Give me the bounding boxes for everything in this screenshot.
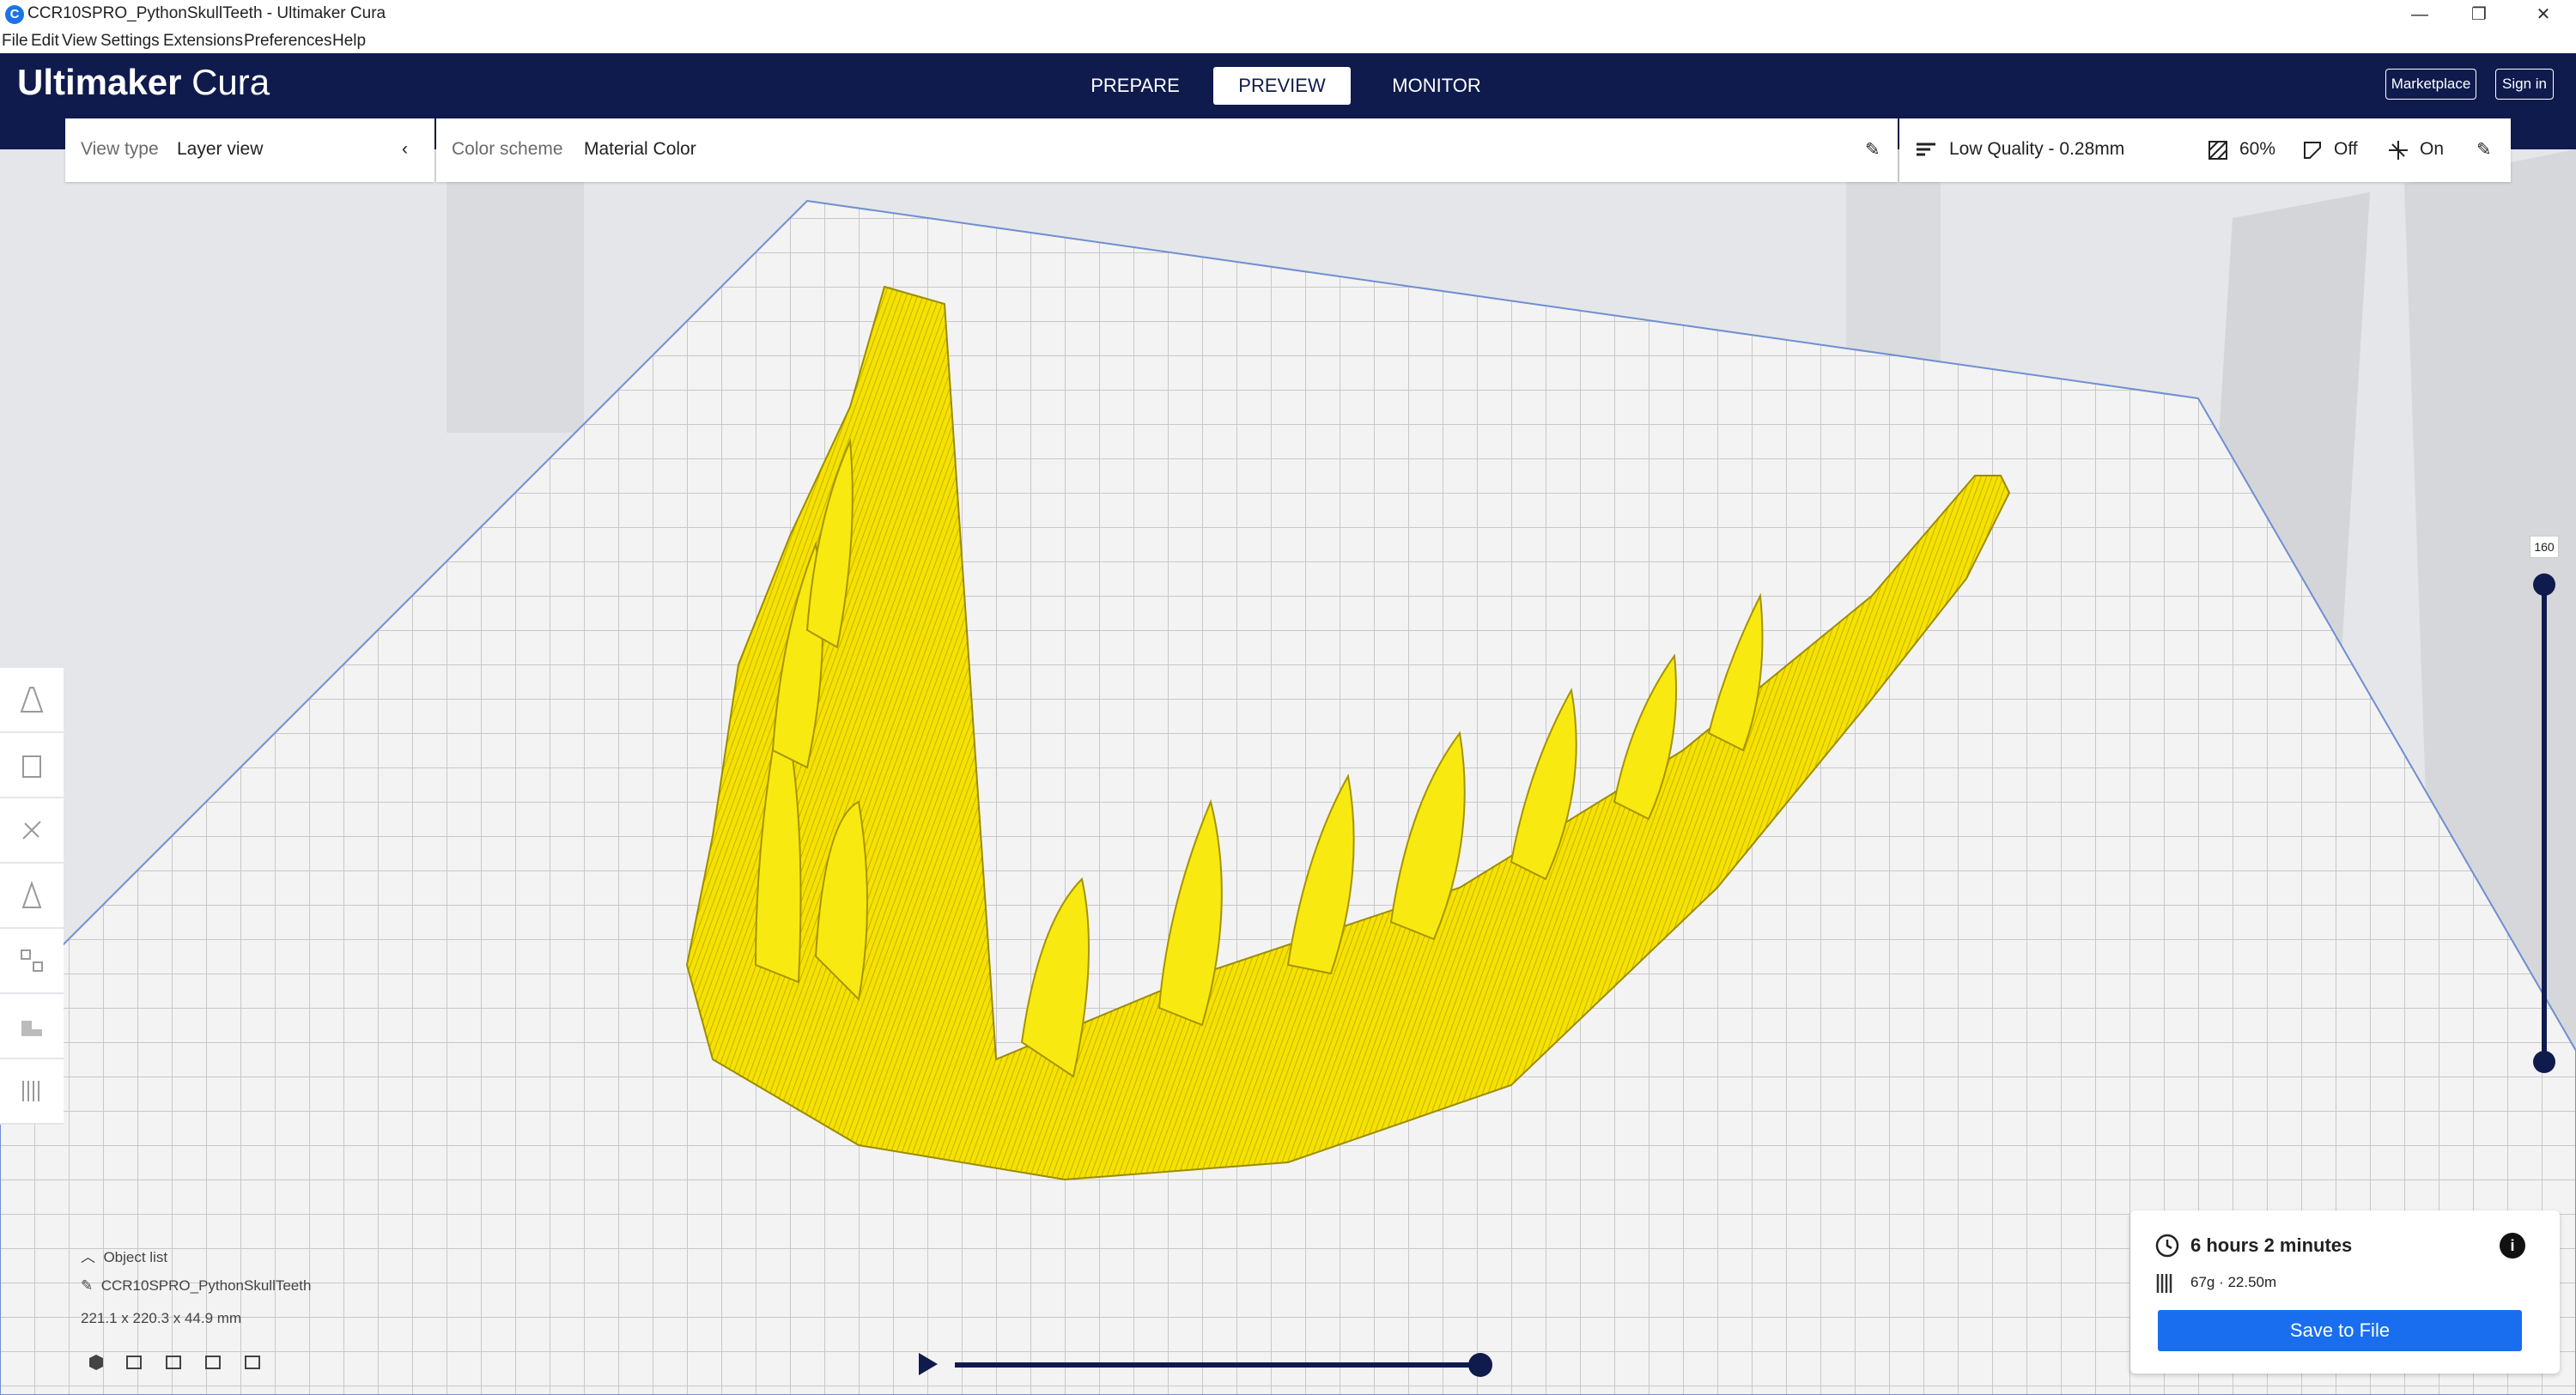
window-title-bar: C CCR10SPRO_PythonSkullTeeth - Ultimaker… bbox=[0, 0, 2576, 29]
adhesion-icon bbox=[2389, 141, 2408, 160]
menu-preferences[interactable]: Preferences bbox=[244, 32, 331, 51]
color-scheme-value[interactable]: Material Color bbox=[584, 139, 696, 160]
quality-profile-value: Low Quality - 0.28mm bbox=[1949, 139, 2125, 159]
menu-file[interactable]: File bbox=[2, 32, 28, 51]
layer-slider-lower-handle[interactable] bbox=[2533, 1051, 2555, 1073]
quality-profile-icon bbox=[1917, 143, 1935, 156]
print-time: 6 hours 2 minutes bbox=[2190, 1234, 2353, 1256]
settings-pencil-icon[interactable]: ✎ bbox=[2476, 139, 2492, 161]
menu-bar: File Edit View Settings Extensions Prefe… bbox=[0, 29, 2576, 53]
object-name-row[interactable]: ✎ CCR10SPRO_PythonSkullTeeth bbox=[81, 1277, 311, 1295]
color-scheme-label: Color scheme bbox=[452, 139, 563, 159]
sign-in-button[interactable]: Sign in bbox=[2495, 69, 2554, 100]
restore-button[interactable]: ❐ bbox=[2451, 0, 2506, 29]
left-view-icon[interactable] bbox=[203, 1351, 223, 1376]
menu-extensions[interactable]: Extensions bbox=[163, 32, 243, 51]
marketplace-button[interactable]: Marketplace bbox=[2385, 69, 2476, 100]
per-model-settings-icon bbox=[21, 949, 43, 972]
support-blocker-button[interactable] bbox=[0, 994, 64, 1059]
tool-column bbox=[0, 668, 64, 1125]
infill-value: 60% bbox=[2239, 139, 2276, 159]
print-information-panel: 6 hours 2 minutes i 67g · 22.50m Save to… bbox=[2130, 1210, 2560, 1374]
print-settings-panel[interactable]: Low Quality - 0.28mm 60% Off On ✎ bbox=[1899, 118, 2511, 182]
clock-icon bbox=[2155, 1234, 2179, 1258]
move-icon bbox=[20, 687, 44, 713]
rotate-tool-button[interactable] bbox=[0, 798, 64, 864]
edit-pencil-icon[interactable]: ✎ bbox=[1865, 139, 1880, 161]
chevron-up-icon: ︿ bbox=[81, 1249, 95, 1265]
scale-icon bbox=[22, 755, 41, 778]
adhesion-value: On bbox=[2420, 139, 2445, 159]
support-blocker-icon bbox=[21, 1021, 42, 1036]
cura-app-icon: C bbox=[5, 5, 24, 24]
view-type-value[interactable]: Layer view bbox=[177, 139, 263, 160]
mirror-icon bbox=[21, 881, 42, 908]
menu-view[interactable]: View bbox=[62, 32, 97, 51]
pencil-icon: ✎ bbox=[81, 1277, 94, 1294]
view-type-panel[interactable]: View type Layer view ‹ bbox=[65, 118, 434, 182]
menu-edit[interactable]: Edit bbox=[31, 32, 59, 51]
support-icon bbox=[2304, 142, 2321, 159]
layer-icon bbox=[22, 1081, 39, 1101]
color-scheme-panel[interactable]: Color scheme Material Color ✎ bbox=[436, 118, 1898, 182]
top-view-icon[interactable] bbox=[163, 1351, 184, 1376]
mirror-tool-button[interactable] bbox=[0, 864, 64, 929]
3d-view-icon[interactable] bbox=[86, 1351, 106, 1376]
play-simulation-button[interactable] bbox=[917, 1351, 939, 1381]
layer-slider-upper-handle[interactable] bbox=[2533, 573, 2555, 596]
right-view-icon[interactable] bbox=[242, 1351, 263, 1376]
per-model-settings-button[interactable] bbox=[0, 929, 64, 994]
view-type-label: View type bbox=[81, 139, 159, 159]
support-value: Off bbox=[2334, 139, 2358, 159]
move-tool-button[interactable] bbox=[0, 668, 64, 733]
layer-slider-track bbox=[2542, 584, 2547, 1064]
tab-monitor[interactable]: MONITOR bbox=[1368, 67, 1505, 105]
tab-preview[interactable]: PREVIEW bbox=[1213, 67, 1351, 105]
menu-settings[interactable]: Settings bbox=[100, 32, 160, 51]
material-usage: 67g · 22.50m bbox=[2190, 1274, 2277, 1290]
menu-help[interactable]: Help bbox=[332, 32, 366, 51]
tab-prepare[interactable]: PREPARE bbox=[1066, 67, 1204, 105]
layer-tool-button[interactable] bbox=[0, 1059, 64, 1125]
ultimaker-cura-logo: Ultimaker Cura bbox=[17, 62, 270, 102]
window-title: CCR10SPRO_PythonSkullTeeth - Ultimaker C… bbox=[27, 4, 386, 22]
layer-number-label: 160 bbox=[2530, 536, 2559, 558]
front-view-icon[interactable] bbox=[124, 1351, 144, 1376]
object-dimensions: 221.1 x 220.3 x 44.9 mm bbox=[81, 1310, 242, 1326]
layer-slider[interactable]: 160 bbox=[2516, 536, 2576, 1128]
path-slider-track[interactable] bbox=[955, 1362, 1480, 1368]
build-volume-scene bbox=[0, 149, 2576, 1395]
3d-viewport[interactable]: 160 ︿ Object list ✎ CCR10SPRO_PythonSkul… bbox=[0, 149, 2576, 1395]
close-button[interactable]: ✕ bbox=[2516, 0, 2571, 29]
rotate-icon bbox=[22, 821, 41, 840]
chevron-left-icon[interactable]: ‹ bbox=[402, 139, 408, 160]
save-to-file-button[interactable]: Save to File bbox=[2158, 1310, 2522, 1351]
material-spool-icon bbox=[2156, 1274, 2172, 1293]
infill-icon bbox=[2208, 141, 2227, 160]
play-icon bbox=[919, 1353, 938, 1375]
minimize-button[interactable]: — bbox=[2392, 0, 2447, 29]
scale-tool-button[interactable] bbox=[0, 733, 64, 798]
path-slider-handle[interactable] bbox=[1468, 1353, 1492, 1377]
info-icon[interactable]: i bbox=[2500, 1233, 2525, 1259]
object-list-toggle[interactable]: ︿ Object list bbox=[81, 1245, 167, 1266]
